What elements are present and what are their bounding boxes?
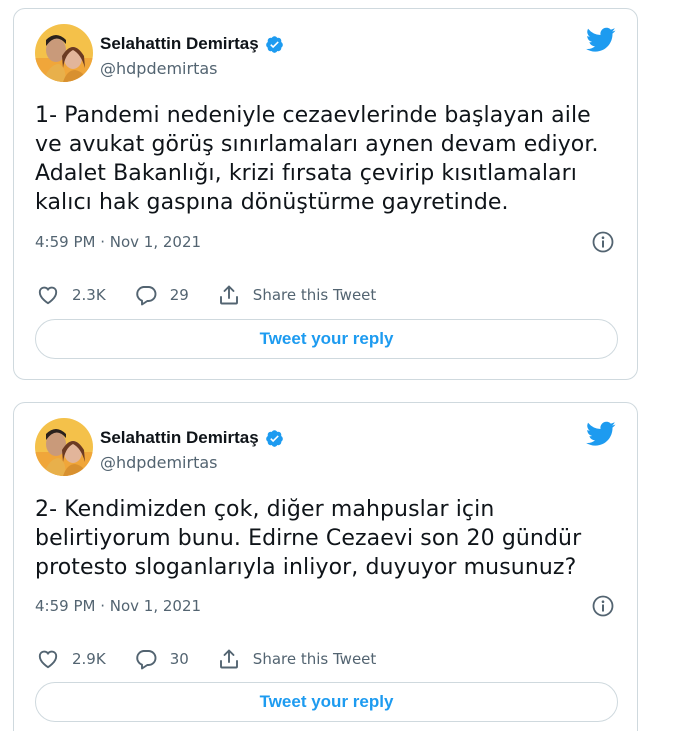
reply-count: 29: [169, 286, 189, 304]
share-button[interactable]: Share this Tweet: [217, 647, 376, 671]
verified-badge-icon: [265, 429, 283, 447]
tweet-timestamp[interactable]: 4:59 PM · Nov 1, 2021: [35, 233, 201, 251]
author-name[interactable]: Selahattin Demirtaş: [100, 428, 259, 448]
tweet-actions: 2.3K 29 Share this Tweet: [36, 283, 404, 307]
heart-icon: [38, 286, 58, 305]
tweet-your-reply-button[interactable]: Tweet your reply: [35, 319, 618, 359]
reply-count-button[interactable]: 30: [134, 647, 189, 671]
reply-bubble-icon: [135, 650, 157, 670]
like-count: 2.3K: [72, 286, 106, 304]
verified-badge-icon: [265, 35, 283, 53]
twitter-bird-icon[interactable]: [586, 421, 616, 447]
reply-count-button[interactable]: 29: [134, 283, 189, 307]
share-label: Share this Tweet: [252, 286, 377, 304]
heart-icon: [38, 650, 58, 669]
tweet-card[interactable]: Selahattin Demirtaş @hdpdemirtas 1- Pand…: [13, 8, 638, 380]
info-icon[interactable]: [591, 594, 615, 618]
tweet-text: 2- Kendimizden çok, diğer mahpuslar için…: [35, 497, 582, 580]
avatar[interactable]: [35, 24, 93, 82]
tweet-actions: 2.9K 30 Share this Tweet: [36, 647, 404, 671]
tweet-timestamp[interactable]: 4:59 PM · Nov 1, 2021: [35, 597, 201, 615]
tweet-text: 1- Pandemi nedeniyle cezaevlerinde başla…: [35, 103, 599, 215]
share-icon: [219, 649, 238, 669]
tweet-your-reply-button[interactable]: Tweet your reply: [35, 682, 618, 722]
avatar[interactable]: [35, 418, 93, 476]
tweet-card[interactable]: Selahattin Demirtaş @hdpdemirtas 2- Kend…: [13, 402, 638, 731]
like-button[interactable]: 2.3K: [36, 283, 106, 307]
reply-count: 30: [169, 650, 189, 668]
info-icon[interactable]: [591, 230, 615, 254]
twitter-bird-icon[interactable]: [586, 27, 616, 53]
like-button[interactable]: 2.9K: [36, 647, 106, 671]
share-button[interactable]: Share this Tweet: [217, 283, 376, 307]
reply-bubble-icon: [135, 286, 157, 306]
author-handle[interactable]: @hdpdemirtas: [100, 453, 217, 472]
share-label: Share this Tweet: [252, 650, 377, 668]
share-icon: [219, 285, 238, 305]
like-count: 2.9K: [72, 650, 106, 668]
author-handle[interactable]: @hdpdemirtas: [100, 59, 217, 78]
author-name[interactable]: Selahattin Demirtaş: [100, 34, 259, 54]
